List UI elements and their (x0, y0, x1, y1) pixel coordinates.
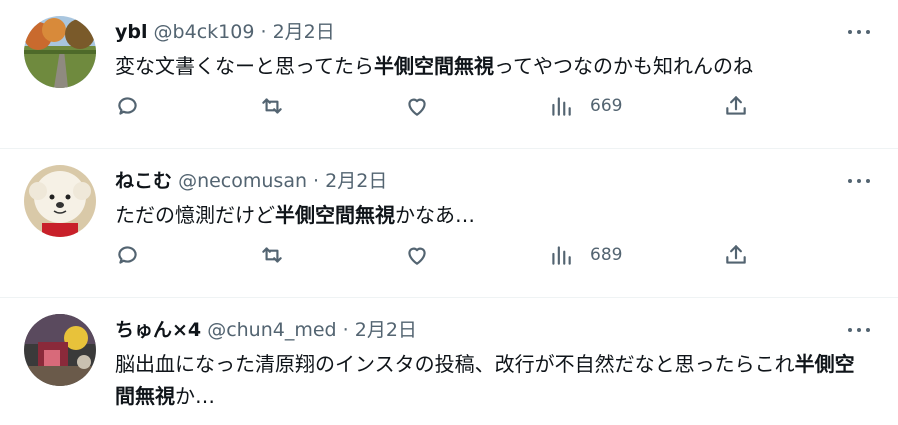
display-name[interactable]: ybl (115, 21, 148, 43)
tweet-text: ただの憶測だけど半側空間無視かなあ… (115, 199, 855, 231)
like-button[interactable] (404, 237, 430, 273)
tweet-text: 脳出血になった清原翔のインスタの投稿、改行が不自然だなと思ったらこれ半側空間無視… (115, 348, 855, 412)
tweet-header: ybl @b4ck109 · 2月2日 (115, 18, 335, 46)
reply-icon (118, 97, 137, 115)
tweet-date[interactable]: 2月2日 (325, 170, 387, 192)
reply-button[interactable] (115, 88, 141, 124)
views-icon (552, 246, 571, 265)
views-count: 669 (590, 96, 623, 116)
views-button[interactable]: 669 (548, 88, 622, 124)
views-button[interactable]: 689 (548, 237, 622, 273)
tweet-header: ちゅん×4 @chun4_med · 2月2日 (115, 316, 417, 344)
share-icon (726, 96, 746, 115)
tweet-text-part: 脳出血になった清原翔のインスタの投稿、改行が不自然だなと思ったらこれ (115, 352, 795, 376)
retweet-icon (262, 98, 282, 114)
tweet-text-part: ってやつなのかも知れんのね (494, 54, 753, 78)
avatar[interactable] (24, 314, 96, 386)
share-icon (726, 245, 746, 264)
display-name[interactable]: ちゅん×4 (115, 319, 201, 341)
display-name[interactable]: ねこむ (115, 170, 172, 192)
share-button[interactable] (723, 237, 749, 273)
tweet-text-part: かなあ… (395, 203, 475, 227)
reply-icon (118, 246, 137, 264)
user-handle[interactable]: @b4ck109 (154, 21, 255, 43)
reply-button[interactable] (115, 237, 141, 273)
tweet-text-bold: 半側空間無視 (275, 203, 395, 227)
tweet-header: ねこむ @necomusan · 2月2日 (115, 167, 387, 195)
share-button[interactable] (723, 88, 749, 124)
tweet-text-part: ただの憶測だけど (115, 203, 275, 227)
user-handle[interactable]: @necomusan (178, 170, 307, 192)
tweet[interactable]: ybl @b4ck109 · 2月2日 変な文書くなーと思ってたら半側空間無視っ… (0, 0, 898, 149)
user-handle[interactable]: @chun4_med (207, 319, 336, 341)
separator: · (313, 170, 320, 192)
like-icon (408, 247, 426, 265)
tweet-date[interactable]: 2月2日 (273, 21, 335, 43)
tweet-actions: 689 (115, 237, 775, 273)
more-icon[interactable] (848, 316, 872, 344)
like-icon (408, 98, 426, 116)
avatar[interactable] (24, 16, 96, 88)
like-button[interactable] (404, 88, 430, 124)
tweet-text-bold: 半側空間無視 (374, 54, 494, 78)
tweet-date[interactable]: 2月2日 (355, 319, 417, 341)
separator: · (342, 319, 349, 341)
separator: · (260, 21, 267, 43)
views-count: 689 (590, 245, 623, 265)
retweet-button[interactable] (259, 237, 285, 273)
tweet[interactable]: ねこむ @necomusan · 2月2日 ただの憶測だけど半側空間無視かなあ…… (0, 149, 898, 298)
views-icon (552, 97, 571, 116)
tweet-text-part: 変な文書くなーと思ってたら (115, 54, 374, 78)
tweet[interactable]: ちゅん×4 @chun4_med · 2月2日 脳出血になった清原翔のインスタの… (0, 298, 898, 425)
tweet-text: 変な文書くなーと思ってたら半側空間無視ってやつなのかも知れんのね (115, 50, 855, 82)
more-icon[interactable] (848, 18, 872, 46)
tweet-text-part: か… (175, 384, 215, 408)
tweet-actions: 669 (115, 88, 775, 124)
retweet-button[interactable] (259, 88, 285, 124)
more-icon[interactable] (848, 167, 872, 195)
avatar[interactable] (24, 165, 96, 237)
retweet-icon (262, 247, 282, 263)
